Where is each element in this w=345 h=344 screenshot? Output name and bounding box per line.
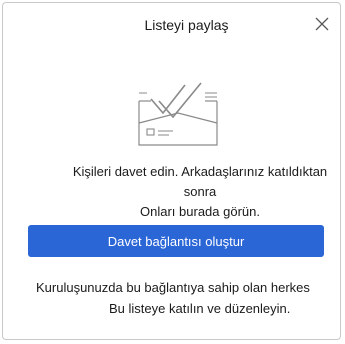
close-icon <box>315 17 329 31</box>
dialog-title: Listeyi paylaş <box>144 17 229 33</box>
create-invite-link-button[interactable]: Davet bağlantısı oluştur <box>28 225 324 257</box>
close-button[interactable] <box>313 15 331 33</box>
invite-description: Kişileri davet edin. Arkadaşlarınız katı… <box>3 162 342 222</box>
invite-line-1: Kişileri davet edin. Arkadaşlarınız katı… <box>72 164 328 199</box>
share-list-dialog: Listeyi paylaş Kişileri davet edin. Arka… <box>2 2 341 340</box>
envelope-checkmark-illustration <box>138 82 218 146</box>
org-description-line-2: Bu listeye katılın ve düzenleyin. <box>109 301 291 316</box>
org-description-line-1: Kuruluşunuzda bu bağlantıya sahip olan h… <box>36 280 310 295</box>
invite-line-2: Onları burada görün. <box>140 204 260 219</box>
